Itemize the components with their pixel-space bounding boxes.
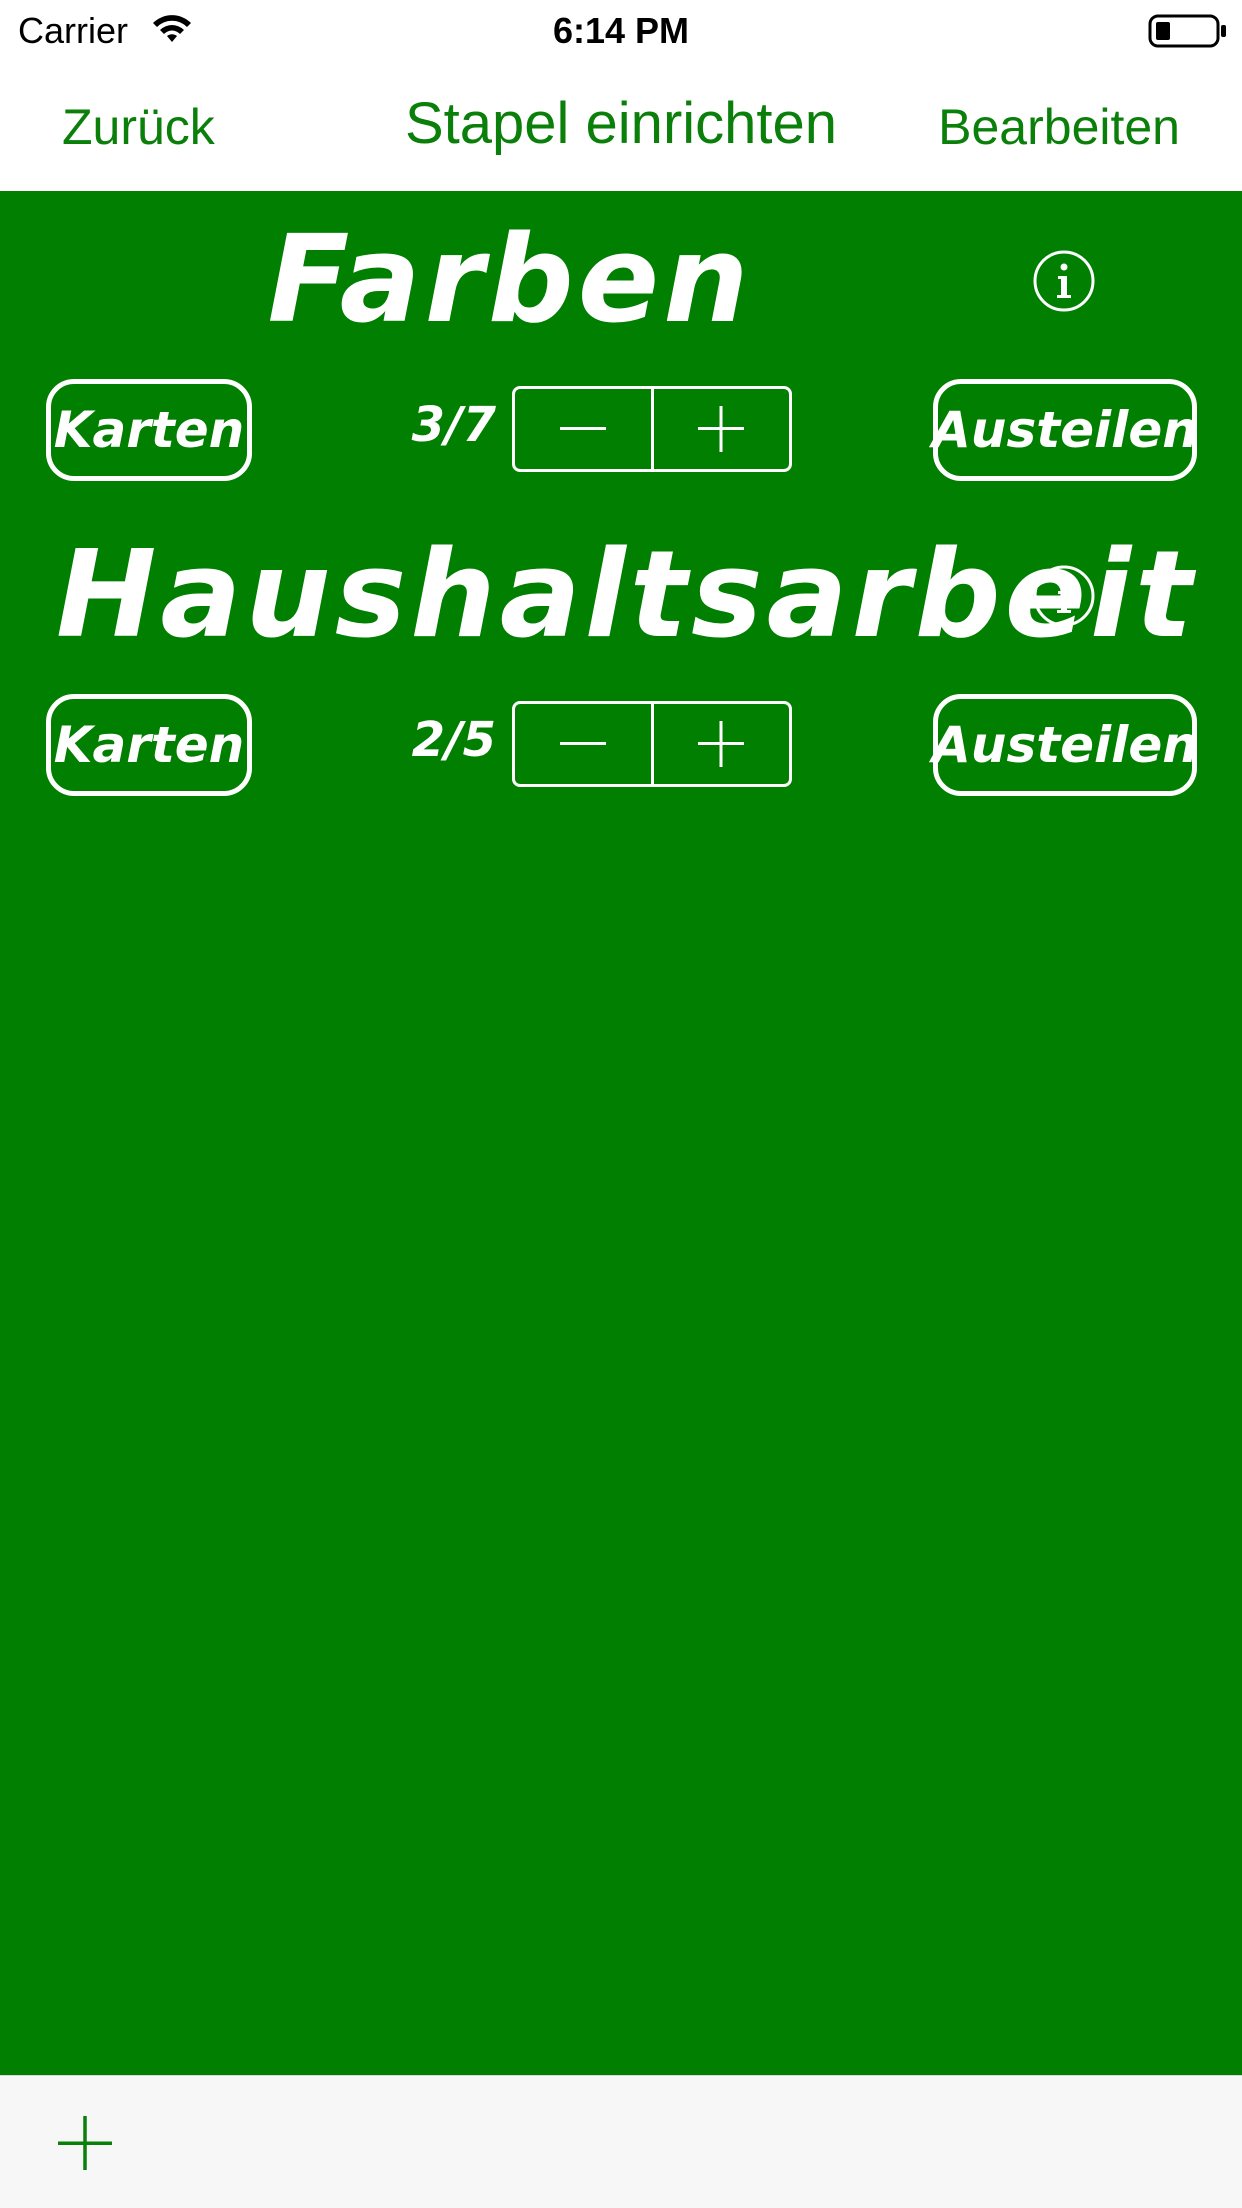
deck-list: Farben Karten 3/7 Austeilen Haushaltsarb… xyxy=(0,191,1242,2075)
austeilen-button[interactable]: Austeilen xyxy=(932,379,1198,481)
quantity-stepper xyxy=(512,701,792,787)
decrement-button[interactable] xyxy=(515,704,654,784)
deck-count: 3/7 xyxy=(411,397,496,453)
minus-icon xyxy=(559,427,606,430)
status-bar: Carrier 6:14 PM xyxy=(0,0,1242,60)
battery-icon xyxy=(1148,14,1226,48)
plus-icon xyxy=(698,406,745,452)
decrement-button[interactable] xyxy=(515,389,654,469)
bottom-toolbar xyxy=(0,2075,1242,2208)
info-icon[interactable] xyxy=(1032,564,1096,628)
deck-title: Haushaltsarbeit xyxy=(56,526,1197,665)
edit-button[interactable]: Bearbeiten xyxy=(938,98,1180,156)
karten-button[interactable]: Karten xyxy=(46,694,252,796)
deck-title: Farben xyxy=(267,211,753,350)
increment-button[interactable] xyxy=(654,389,790,469)
minus-icon xyxy=(559,742,606,745)
austeilen-button[interactable]: Austeilen xyxy=(932,694,1198,796)
quantity-stepper xyxy=(512,386,792,472)
info-icon[interactable] xyxy=(1032,249,1096,313)
navigation-bar: Zurück Stapel einrichten Bearbeiten xyxy=(0,60,1242,191)
karten-button[interactable]: Karten xyxy=(46,379,252,481)
deck-count: 2/5 xyxy=(411,712,496,768)
plus-icon[interactable] xyxy=(56,2114,114,2172)
plus-icon xyxy=(698,721,745,767)
status-time: 6:14 PM xyxy=(552,10,690,51)
increment-button[interactable] xyxy=(654,704,790,784)
